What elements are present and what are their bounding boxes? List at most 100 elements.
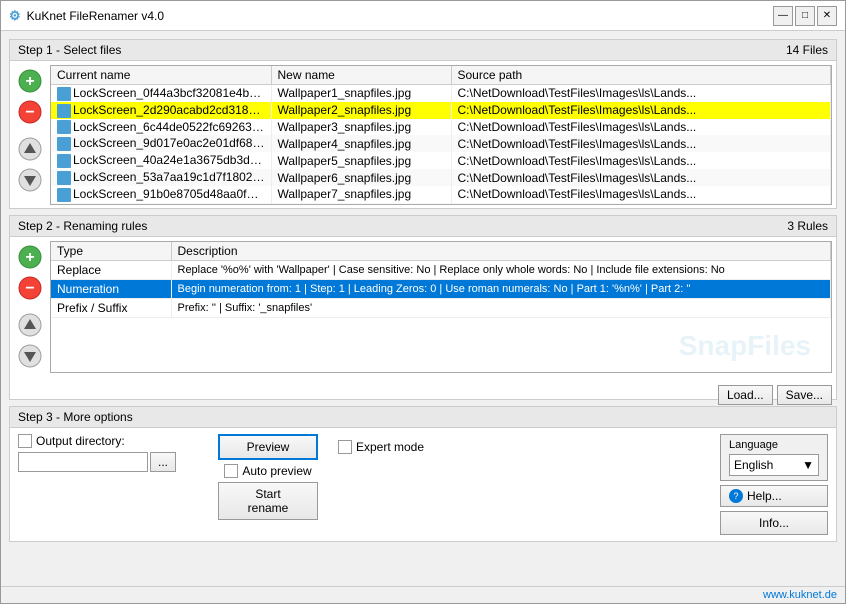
auto-preview-row: Auto preview — [224, 464, 311, 478]
remove-rule-button[interactable]: − — [16, 274, 44, 302]
col-header-current: Current name — [51, 66, 271, 85]
footer-bar: www.kuknet.de — [1, 586, 845, 603]
help-icon: ? — [729, 489, 743, 503]
file-icon — [57, 137, 71, 151]
rules-area: Type Description Replace Replace '%o%' w… — [50, 241, 832, 373]
file-icon — [57, 171, 71, 185]
expert-mode-label: Expert mode — [356, 440, 424, 454]
file-list-table: Current name New name Source path LockSc… — [51, 66, 831, 204]
svg-text:−: − — [25, 280, 34, 297]
step1-label: Step 1 - Select files — [18, 43, 121, 57]
auto-preview-label: Auto preview — [242, 464, 311, 478]
main-content: Step 1 - Select files 14 Files + − — [1, 31, 845, 586]
close-button[interactable]: ✕ — [817, 6, 837, 26]
language-selected: English — [734, 458, 773, 472]
help-label: Help... — [747, 489, 782, 503]
browse-button[interactable]: ... — [150, 452, 176, 472]
table-row[interactable]: LockScreen_0f44a3bcf32081e4b11326045... … — [51, 85, 831, 102]
step2-rule-count: 3 Rules — [787, 219, 828, 233]
main-window: ⚙ KuKnet FileRenamer v4.0 — □ ✕ Step 1 -… — [0, 0, 846, 604]
language-select[interactable]: English ▼ — [729, 454, 819, 476]
minimize-button[interactable]: — — [773, 6, 793, 26]
add-rule-button[interactable]: + — [16, 243, 44, 271]
file-icon — [57, 87, 71, 101]
app-icon: ⚙ — [9, 8, 21, 24]
file-icon — [57, 120, 71, 134]
svg-text:+: + — [25, 73, 34, 90]
remove-files-button[interactable]: − — [16, 98, 44, 126]
step1-section: Step 1 - Select files 14 Files + − — [9, 39, 837, 209]
title-bar: ⚙ KuKnet FileRenamer v4.0 — □ ✕ — [1, 1, 845, 31]
file-icon — [57, 154, 71, 168]
table-row[interactable]: LockScreen_97c2bf9390c081bdbfbce267... W… — [51, 203, 831, 204]
table-row[interactable]: LockScreen_6c44de0522fc692639694938... W… — [51, 119, 831, 136]
language-box: Language English ▼ — [720, 434, 828, 481]
step3-section: Step 3 - More options Output directory: … — [9, 406, 837, 542]
file-list-scroll[interactable]: Current name New name Source path LockSc… — [51, 66, 831, 204]
file-list-area: Current name New name Source path LockSc… — [50, 65, 832, 205]
maximize-button[interactable]: □ — [795, 6, 815, 26]
col-header-source: Source path — [451, 66, 831, 85]
step1-buttons: + − — [14, 65, 46, 205]
step2-header: Step 2 - Renaming rules 3 Rules — [10, 216, 836, 237]
table-row[interactable]: LockScreen_53a7aa19c1d7f18028d5596c... W… — [51, 169, 831, 186]
auto-preview-checkbox[interactable] — [224, 464, 238, 478]
preview-group: Preview Auto preview Start rename — [218, 434, 318, 520]
table-row[interactable]: LockScreen_9d017e0ac2e01df683e20fbe... W… — [51, 135, 831, 152]
col-header-type: Type — [51, 242, 171, 261]
output-dir-group: Output directory: ... — [18, 434, 198, 472]
svg-text:−: − — [25, 104, 34, 121]
help-button[interactable]: ? Help... — [720, 485, 828, 507]
expert-mode-checkbox[interactable] — [338, 440, 352, 454]
save-button[interactable]: Save... — [777, 385, 832, 405]
chevron-down-icon: ▼ — [802, 458, 814, 472]
title-bar-controls: — □ ✕ — [773, 6, 837, 26]
table-row[interactable]: LockScreen_91b0e8705d48aa0f4e544c08... W… — [51, 186, 831, 203]
language-label: Language — [729, 439, 819, 451]
output-dir-input-row: ... — [18, 452, 198, 472]
list-item[interactable]: Replace Replace '%o%' with 'Wallpaper' |… — [51, 261, 831, 280]
file-icon — [57, 188, 71, 202]
move-up-button[interactable] — [16, 135, 44, 163]
move-rule-down-button[interactable] — [16, 342, 44, 370]
step3-body: Output directory: ... Preview Auto previ… — [10, 428, 836, 541]
step3-header: Step 3 - More options — [10, 407, 836, 428]
step2-buttons: + − — [14, 241, 46, 373]
step2-body: + − — [10, 237, 836, 407]
rules-body: Replace Replace '%o%' with 'Wallpaper' |… — [51, 261, 831, 318]
title-bar-left: ⚙ KuKnet FileRenamer v4.0 — [9, 8, 164, 24]
step1-header: Step 1 - Select files 14 Files — [10, 40, 836, 61]
rules-table: Type Description Replace Replace '%o%' w… — [51, 242, 831, 318]
col-header-new: New name — [271, 66, 451, 85]
step1-body: + − — [10, 61, 836, 209]
output-dir-checkbox[interactable] — [18, 434, 32, 448]
window-title: KuKnet FileRenamer v4.0 — [27, 9, 164, 23]
table-row[interactable]: LockScreen_40a24e1a3675db3d5464e628... W… — [51, 152, 831, 169]
info-button[interactable]: Info... — [720, 511, 828, 535]
list-item[interactable]: Numeration Begin numeration from: 1 | St… — [51, 280, 831, 299]
step2-label: Step 2 - Renaming rules — [18, 219, 147, 233]
load-button[interactable]: Load... — [718, 385, 773, 405]
add-files-button[interactable]: + — [16, 67, 44, 95]
move-down-button[interactable] — [16, 166, 44, 194]
step2-section: Step 2 - Renaming rules 3 Rules + − — [9, 215, 837, 400]
expert-mode-group: Expert mode — [338, 434, 424, 454]
svg-text:+: + — [25, 249, 34, 266]
step3-label: Step 3 - More options — [18, 410, 133, 424]
file-list-body: LockScreen_0f44a3bcf32081e4b11326045... … — [51, 85, 831, 205]
col-header-description: Description — [171, 242, 831, 261]
file-icon — [57, 104, 71, 118]
load-save-row: Load... Save... — [10, 381, 836, 407]
output-dir-label-row: Output directory: — [18, 434, 198, 448]
language-group: Language English ▼ ? Help... Info... — [720, 434, 828, 535]
list-item[interactable]: Prefix / Suffix Prefix: '' | Suffix: '_s… — [51, 299, 831, 318]
step1-file-count: 14 Files — [786, 43, 828, 57]
table-row[interactable]: LockScreen_2d290acabd2cd3184d5a6a31... W… — [51, 102, 831, 119]
expert-mode-row: Expert mode — [338, 440, 424, 454]
output-dir-input[interactable] — [18, 452, 148, 472]
preview-button[interactable]: Preview — [218, 434, 318, 460]
footer-url: www.kuknet.de — [763, 589, 837, 601]
start-rename-button[interactable]: Start rename — [218, 482, 318, 520]
rules-scroll[interactable]: Type Description Replace Replace '%o%' w… — [51, 242, 831, 372]
move-rule-up-button[interactable] — [16, 311, 44, 339]
